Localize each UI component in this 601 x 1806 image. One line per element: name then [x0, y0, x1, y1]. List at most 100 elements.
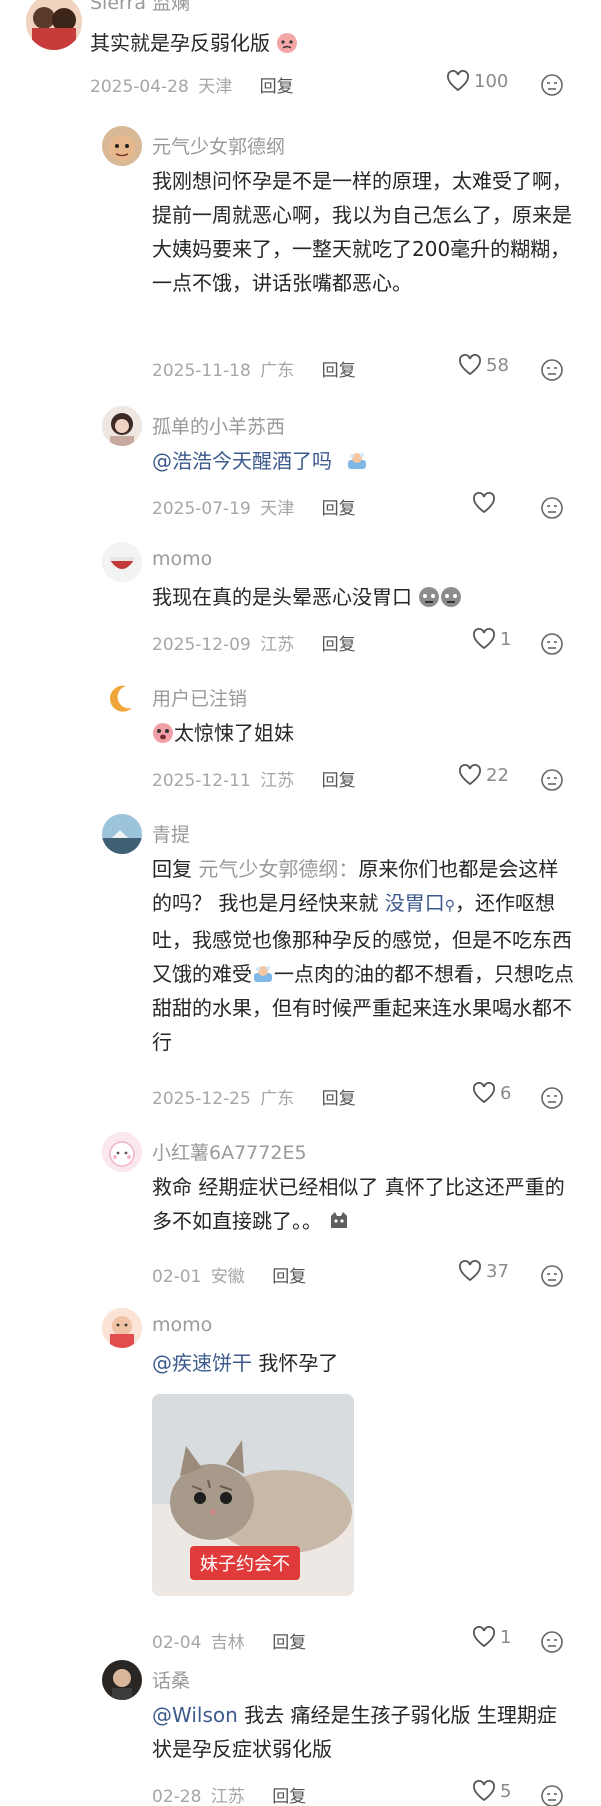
like-count: 100 — [474, 70, 509, 92]
reply-button[interactable]: 回复 — [322, 1089, 356, 1109]
reply-button[interactable]: 回复 — [260, 77, 294, 97]
user-name[interactable]: 青提 — [152, 820, 190, 847]
like-button[interactable] — [472, 492, 500, 514]
comment-item: Sierra 监斓 其实就是孕反弱化版 2025-04-28 天津 回复 100 — [0, 0, 601, 112]
like-count: 6 — [500, 1082, 512, 1104]
comment-meta: 2025-07-19 天津 回复 — [152, 494, 356, 519]
user-name[interactable]: Sierra 监斓 — [90, 0, 190, 15]
comment-meta: 2025-11-18 广东 回复 — [152, 356, 356, 381]
user-name[interactable]: 小红薯6A7772E5 — [152, 1138, 307, 1165]
user-name[interactable]: 用户已注销 — [152, 684, 247, 711]
reply-button[interactable]: 回复 — [322, 361, 356, 381]
comment-text-body: 太惊悚了姐妹 — [174, 721, 294, 745]
avatar[interactable] — [102, 1660, 142, 1700]
comment-location: 广东 — [260, 361, 295, 381]
cat-emoji-icon — [328, 1208, 350, 1230]
comment-list: Sierra 监斓 其实就是孕反弱化版 2025-04-28 天津 回复 100… — [0, 0, 601, 1806]
avatar[interactable] — [102, 126, 142, 166]
keyword-link[interactable]: 没胃口 — [385, 891, 445, 915]
crying-emoji-icon — [276, 30, 298, 53]
reply-button[interactable]: 回复 — [272, 1633, 306, 1653]
comment-location: 天津 — [260, 499, 295, 519]
comment-location: 吉林 — [210, 1633, 245, 1653]
reply-button[interactable]: 回复 — [322, 635, 356, 655]
dislike-icon[interactable] — [540, 1086, 564, 1110]
avatar[interactable] — [26, 0, 82, 50]
comment-date: 2025-07-19 — [152, 499, 251, 519]
reply-prefix: 回复 — [152, 857, 192, 881]
like-button[interactable]: 22 — [458, 764, 509, 786]
comment-text-body: 其实就是孕反弱化版 — [90, 31, 270, 55]
comment-item: momo @疾速饼干 我怀孕了 妹子约会不 02-04 吉林 回复 1 — [0, 1302, 601, 1662]
comment-text: 回复 元气少女郭德纲：原来你们也都是会这样的吗？ 我也是月经快来就 没胃口⚲，还… — [152, 852, 577, 1059]
reply-button[interactable]: 回复 — [322, 499, 356, 519]
comment-date: 2025-11-18 — [152, 361, 251, 381]
avatar[interactable] — [102, 1308, 142, 1348]
heart-icon — [447, 70, 469, 92]
like-button[interactable]: 5 — [472, 1780, 511, 1802]
comment-meta: 2025-12-09 江苏 回复 — [152, 630, 356, 655]
user-name[interactable]: 孤单的小羊苏西 — [152, 412, 285, 439]
dislike-icon[interactable] — [540, 496, 564, 520]
comment-item: 用户已注销 太惊悚了姐妹 2025-12-11 江苏 回复 22 — [0, 672, 601, 800]
comment-item: 青提 回复 元气少女郭德纲：原来你们也都是会这样的吗？ 我也是月经快来就 没胃口… — [0, 808, 601, 1118]
comment-text: 我现在真的是头晕恶心没胃口 — [152, 580, 572, 614]
comment-meta: 02-01 安徽 回复 — [152, 1262, 306, 1287]
dislike-icon[interactable] — [540, 1264, 564, 1288]
comment-date: 2025-12-11 — [152, 771, 251, 791]
avatar[interactable] — [102, 1132, 142, 1172]
reply-button[interactable]: 回复 — [272, 1787, 306, 1806]
user-name[interactable]: momo — [152, 1314, 212, 1336]
user-name[interactable]: 话桑 — [152, 1666, 190, 1693]
dislike-icon[interactable] — [540, 73, 564, 97]
like-button[interactable]: 1 — [472, 1626, 511, 1648]
like-button[interactable]: 6 — [472, 1082, 511, 1104]
like-button[interactable]: 1 — [472, 628, 511, 650]
comment-location: 安徽 — [210, 1267, 245, 1287]
comment-location: 江苏 — [260, 635, 295, 655]
comment-text: @疾速饼干 我怀孕了 — [152, 1346, 572, 1380]
search-icon: ⚲ — [444, 898, 455, 914]
mention-link[interactable]: @疾速饼干 — [152, 1351, 252, 1375]
reply-target-user[interactable]: 元气少女郭德纲： — [198, 857, 358, 881]
heart-icon — [459, 1260, 481, 1282]
like-button[interactable]: 58 — [458, 354, 509, 376]
dislike-icon[interactable] — [540, 632, 564, 656]
avatar[interactable] — [102, 678, 142, 718]
mention-link[interactable]: @Wilson — [152, 1703, 238, 1727]
user-name[interactable]: 元气少女郭德纲 — [152, 132, 285, 159]
like-button[interactable]: 100 — [446, 70, 508, 92]
comment-date: 02-28 — [152, 1787, 202, 1806]
comment-text: 太惊悚了姐妹 — [152, 716, 572, 750]
comment-location: 江苏 — [210, 1787, 245, 1806]
reply-button[interactable]: 回复 — [322, 771, 356, 791]
comment-location: 广东 — [260, 1089, 295, 1109]
avatar[interactable] — [102, 814, 142, 854]
bathing-emoji-icon — [346, 448, 368, 470]
comment-image[interactable]: 妹子约会不 — [152, 1394, 354, 1596]
dislike-icon[interactable] — [540, 1630, 564, 1654]
dislike-icon[interactable] — [540, 358, 564, 382]
avatar[interactable] — [102, 406, 142, 446]
comment-date: 02-04 — [152, 1633, 202, 1653]
scared-face-emoji-icon — [152, 720, 174, 743]
comment-meta: 02-28 江苏 回复 — [152, 1782, 306, 1806]
mention-link[interactable]: @浩浩今天醒酒了吗 — [152, 449, 332, 473]
bathing-emoji-icon — [252, 961, 274, 983]
comment-text-body: 救命 经期症状已经相似了 真怀了比这还严重的多不如直接跳了。。 — [152, 1175, 565, 1233]
user-name[interactable]: momo — [152, 548, 212, 570]
reply-button[interactable]: 回复 — [272, 1267, 306, 1287]
comment-date: 2025-12-09 — [152, 635, 251, 655]
comment-text: 其实就是孕反弱化版 — [90, 26, 560, 60]
dizzy-face-emoji-icon — [440, 584, 462, 607]
dislike-icon[interactable] — [540, 768, 564, 792]
avatar[interactable] — [102, 542, 142, 582]
dislike-icon[interactable] — [540, 1784, 564, 1806]
heart-icon — [473, 492, 495, 514]
like-count: 22 — [486, 764, 509, 786]
heart-icon — [459, 764, 481, 786]
like-button[interactable]: 37 — [458, 1260, 509, 1282]
comment-text: 我刚想问怀孕是不是一样的原理，太难受了啊，提前一周就恶心啊，我以为自己怎么了，原… — [152, 169, 572, 295]
comment-text: 救命 经期症状已经相似了 真怀了比这还严重的多不如直接跳了。。 — [152, 1170, 572, 1238]
heart-icon — [473, 1626, 495, 1648]
